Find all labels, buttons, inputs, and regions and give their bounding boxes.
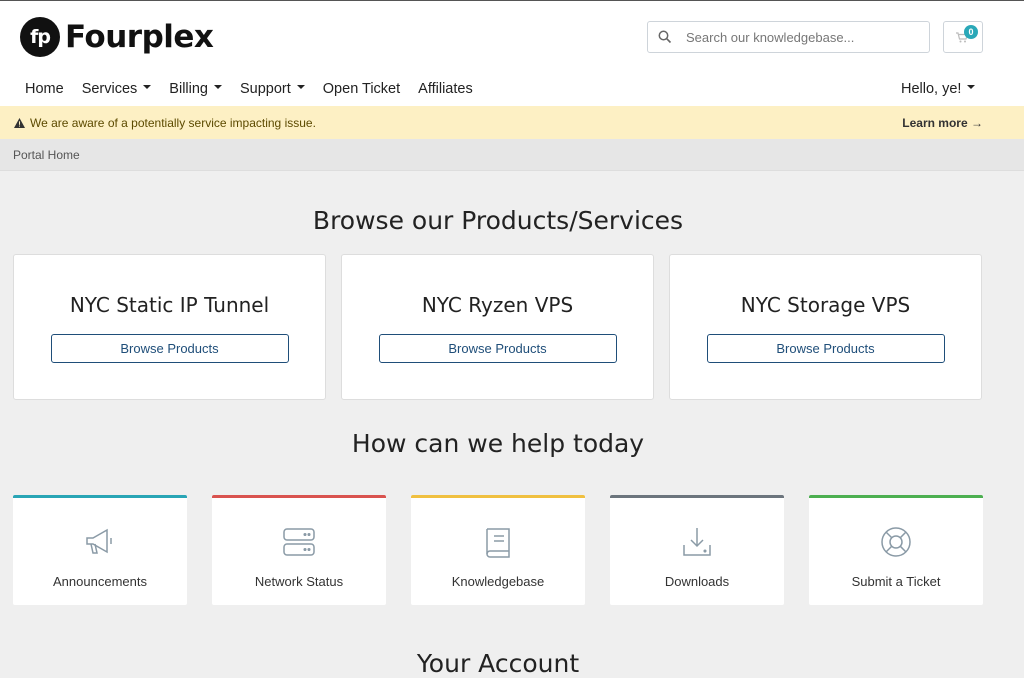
help-card-label: Downloads xyxy=(664,574,730,589)
search-box xyxy=(647,21,930,53)
nav-billing[interactable]: Billing xyxy=(169,81,222,97)
brand-logo[interactable]: fp Fourplex xyxy=(20,17,214,57)
product-name: NYC Static IP Tunnel xyxy=(69,293,270,317)
download-icon xyxy=(683,528,711,556)
site-header: fp Fourplex 0 Home Services Billing Supp… xyxy=(0,1,1024,106)
nav-services-label: Services xyxy=(81,81,138,97)
search-icon xyxy=(658,30,672,44)
lifebuoy-icon xyxy=(881,527,911,557)
alert-message: We are aware of a potentially service im… xyxy=(30,116,316,130)
help-card-label: Announcements xyxy=(53,574,147,589)
server-icon xyxy=(283,528,315,556)
product-card: NYC Static IP Tunnel Browse Products xyxy=(13,254,326,400)
product-card: NYC Ryzen VPS Browse Products xyxy=(341,254,654,400)
nav-support[interactable]: Support xyxy=(240,81,305,97)
product-card: NYC Storage VPS Browse Products xyxy=(669,254,982,400)
breadcrumb-portal-home[interactable]: Portal Home xyxy=(13,148,80,162)
caret-down-icon xyxy=(213,85,222,90)
nav-home-label: Home xyxy=(25,81,64,97)
caret-down-icon xyxy=(296,85,305,90)
help-card-downloads[interactable]: Downloads xyxy=(610,495,784,605)
user-greeting: Hello, ye! xyxy=(901,81,962,97)
megaphone-icon xyxy=(86,528,112,554)
products-heading: Browse our Products/Services xyxy=(312,206,684,235)
nav-open-ticket-label: Open Ticket xyxy=(322,81,401,97)
nav-billing-label: Billing xyxy=(169,81,208,97)
logo-text: Fourplex xyxy=(65,19,214,55)
breadcrumb: Portal Home xyxy=(0,139,1024,171)
logo-mark: fp xyxy=(20,17,60,57)
status-alert-bar: We are aware of a potentially service im… xyxy=(0,106,1024,139)
help-card-label: Network Status xyxy=(254,574,344,589)
nav-affiliates[interactable]: Affiliates xyxy=(418,81,473,97)
nav-home[interactable]: Home xyxy=(25,81,64,97)
main-nav: Home Services Billing Support Open Ticke… xyxy=(25,81,491,97)
help-card-label: Submit a Ticket xyxy=(851,574,941,589)
browse-products-button[interactable]: Browse Products xyxy=(50,334,289,363)
help-card-network-status[interactable]: Network Status xyxy=(212,495,386,605)
help-card-submit-ticket[interactable]: Submit a Ticket xyxy=(809,495,983,605)
help-card-label: Knowledgebase xyxy=(451,574,545,589)
cart-count-badge: 0 xyxy=(964,25,978,39)
product-name: NYC Ryzen VPS xyxy=(421,293,574,317)
browse-products-button[interactable]: Browse Products xyxy=(378,334,617,363)
nav-support-label: Support xyxy=(239,81,291,97)
product-name: NYC Storage VPS xyxy=(740,293,911,317)
browse-products-button[interactable]: Browse Products xyxy=(706,334,945,363)
caret-down-icon xyxy=(967,85,976,90)
book-icon xyxy=(486,528,510,558)
nav-open-ticket[interactable]: Open Ticket xyxy=(323,81,400,97)
help-card-announcements[interactable]: Announcements xyxy=(13,495,187,605)
warning-icon xyxy=(14,118,25,128)
cart-button[interactable]: 0 xyxy=(943,21,983,53)
caret-down-icon xyxy=(143,85,152,90)
user-menu[interactable]: Hello, ye! xyxy=(901,81,976,97)
search-input[interactable] xyxy=(686,29,906,45)
help-heading: How can we help today xyxy=(351,429,645,458)
learn-more-link[interactable]: Learn more → xyxy=(902,116,983,130)
help-card-knowledgebase[interactable]: Knowledgebase xyxy=(411,495,585,605)
nav-affiliates-label: Affiliates xyxy=(418,81,473,97)
nav-services[interactable]: Services xyxy=(82,81,152,97)
